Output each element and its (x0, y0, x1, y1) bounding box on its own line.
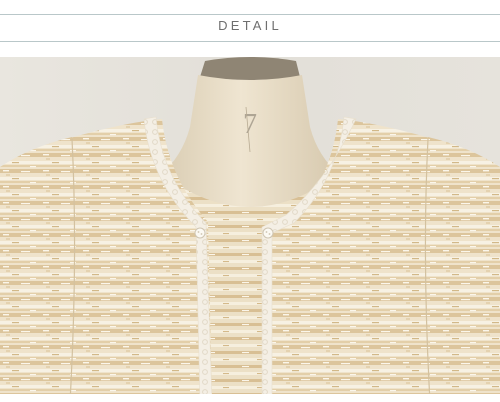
detail-page: DETAIL 7 (0, 0, 500, 402)
photo-bottom-margin (0, 394, 500, 402)
garment-illustration: 7 (0, 57, 500, 402)
mannequin-number: 7 (243, 109, 257, 140)
section-header: DETAIL (0, 0, 500, 56)
button-right (262, 227, 274, 239)
header-bottom-rule (0, 41, 500, 42)
header-top-rule (0, 14, 500, 15)
product-detail-photo: 7 (0, 57, 500, 402)
button-left (194, 227, 206, 239)
section-title: DETAIL (218, 18, 282, 33)
mannequin-cap (200, 57, 300, 80)
